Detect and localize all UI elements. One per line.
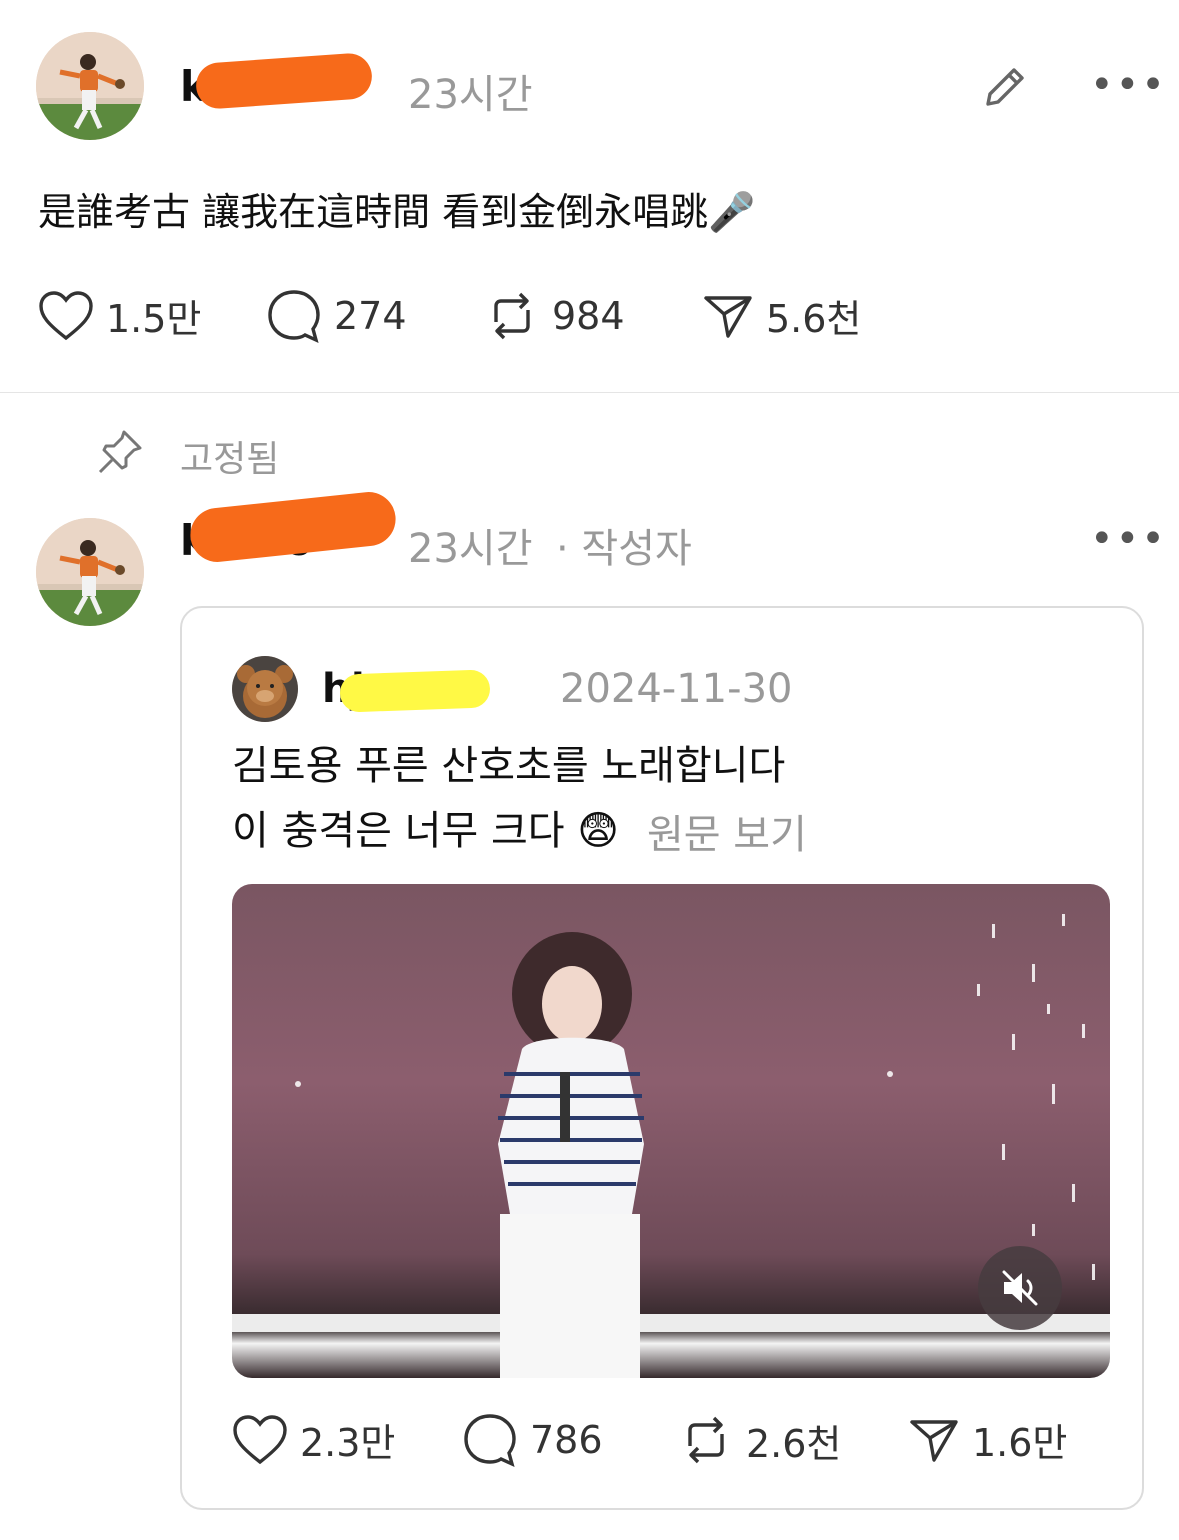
more-options-icon[interactable]: •••	[1090, 62, 1167, 108]
repost-icon	[688, 1416, 724, 1464]
repost-count: 984	[552, 294, 625, 338]
like-count: 1.5만	[106, 297, 202, 341]
avatar[interactable]	[36, 32, 144, 140]
quoted-date: 2024-11-30	[560, 666, 793, 712]
reply-button[interactable]: 274	[266, 288, 407, 344]
repost-button[interactable]: 984	[484, 288, 625, 344]
reply-count: 274	[334, 294, 407, 338]
quoted-text-line2: 이 충격은 너무 크다 😨	[232, 808, 619, 854]
pin-icon	[96, 428, 144, 480]
comment-icon	[268, 290, 320, 344]
quoted-avatar[interactable]	[232, 656, 298, 722]
quoted-repost-button[interactable]: 2.6천	[678, 1412, 841, 1468]
quoted-username-redaction	[339, 669, 491, 713]
divider	[0, 392, 1179, 393]
post-text: 是誰考古 讓我在這時間 看到金倒永唱跳🎤	[38, 190, 756, 234]
quoted-like-button[interactable]: 2.3만	[232, 1412, 395, 1467]
quoted-share-button[interactable]: 1.6만	[908, 1412, 1067, 1467]
speaker-muted-icon	[1002, 1270, 1038, 1306]
post-time: 23시간	[408, 72, 533, 118]
reply-more-options-icon[interactable]: •••	[1090, 516, 1167, 562]
quoted-reply-count: 786	[530, 1418, 603, 1462]
heart-icon	[233, 1414, 287, 1464]
send-icon	[704, 295, 752, 338]
share-button[interactable]: 5.6천	[702, 288, 861, 343]
mute-button[interactable]	[978, 1246, 1062, 1330]
quoted-text-line1: 김토용 푸른 산호초를 노래합니다	[232, 743, 786, 789]
share-count: 5.6천	[766, 297, 862, 341]
edit-icon[interactable]	[980, 62, 1030, 116]
quoted-like-count: 2.3만	[300, 1421, 396, 1465]
send-icon	[910, 1419, 958, 1462]
reply-username-redaction	[187, 489, 399, 565]
username-redaction	[194, 51, 374, 111]
author-badge: · 작성자	[556, 526, 692, 572]
reply-avatar[interactable]	[36, 518, 144, 626]
quoted-repost-count: 2.6천	[746, 1421, 842, 1466]
like-button[interactable]: 1.5만	[38, 288, 201, 343]
pinned-label: 고정됨	[180, 439, 280, 480]
comment-icon	[464, 1414, 516, 1468]
heart-icon	[39, 290, 93, 340]
quoted-reply-button[interactable]: 786	[462, 1412, 603, 1468]
reply-time: 23시간	[408, 526, 533, 572]
repost-icon	[494, 292, 530, 340]
quoted-share-count: 1.6만	[972, 1421, 1068, 1465]
view-original-link[interactable]: 원문 보기	[647, 802, 807, 860]
video-player[interactable]	[232, 884, 1110, 1378]
